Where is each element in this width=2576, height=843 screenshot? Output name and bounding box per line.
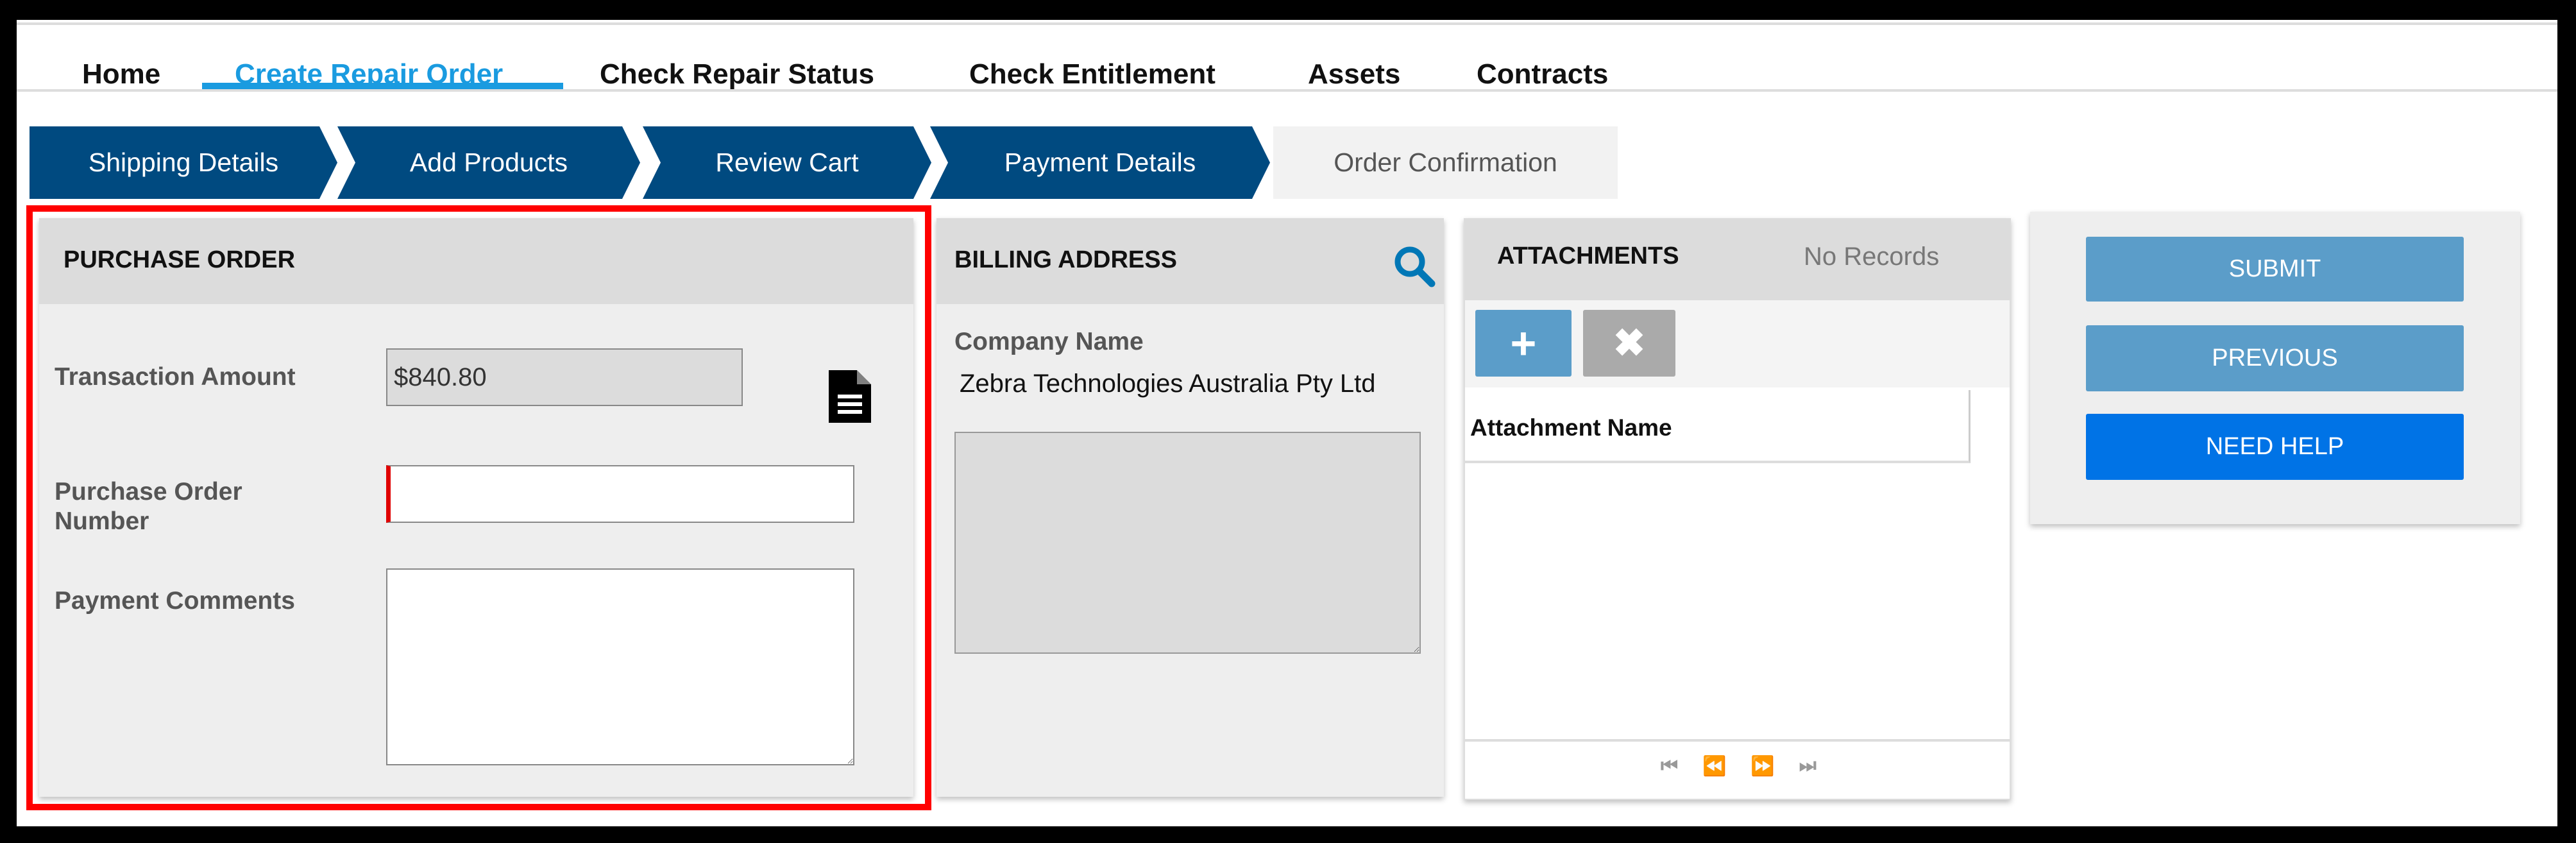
page: Home Create Repair Order Check Repair St… bbox=[17, 20, 2557, 826]
transaction-amount-field: $840.80 bbox=[386, 348, 743, 406]
search-icon[interactable] bbox=[1393, 245, 1436, 291]
purchase-order-title: PURCHASE ORDER bbox=[39, 218, 913, 304]
po-number-input[interactable] bbox=[386, 465, 854, 523]
remove-attachment-button[interactable]: ✖ bbox=[1583, 310, 1675, 377]
last-page-icon[interactable]: ⏭ bbox=[1799, 755, 1817, 778]
attachments-header: ATTACHMENTS No Records bbox=[1465, 219, 2010, 300]
tab-check-entitlement[interactable]: Check Entitlement bbox=[969, 58, 1216, 90]
transaction-amount-label: Transaction Amount bbox=[55, 363, 296, 391]
active-tab-indicator bbox=[202, 83, 563, 89]
purchase-order-panel: PURCHASE ORDER Transaction Amount $840.8… bbox=[39, 218, 913, 797]
billing-address-panel: BILLING ADDRESS Company Name Zebra Techn… bbox=[936, 218, 1444, 797]
first-page-icon[interactable]: ⏮ bbox=[1661, 755, 1678, 778]
billing-address-title: BILLING ADDRESS bbox=[936, 218, 1444, 304]
step-shipping-details[interactable]: Shipping Details bbox=[30, 126, 337, 199]
attachments-title: ATTACHMENTS bbox=[1497, 243, 1679, 269]
add-attachment-button[interactable]: + bbox=[1475, 310, 1572, 377]
tab-contracts[interactable]: Contracts bbox=[1477, 58, 1608, 90]
prev-page-icon[interactable]: ⏪ bbox=[1702, 755, 1726, 778]
nav-top-border bbox=[17, 22, 2557, 25]
company-name-value: Zebra Technologies Australia Pty Ltd bbox=[960, 370, 1376, 398]
pager-divider bbox=[1465, 739, 2010, 742]
step-review-cart[interactable]: Review Cart bbox=[643, 126, 931, 199]
column-header-attachment-name[interactable]: Attachment Name bbox=[1465, 390, 1970, 463]
step-payment-details[interactable]: Payment Details bbox=[930, 126, 1270, 199]
billing-address-textarea[interactable] bbox=[954, 432, 1421, 654]
step-order-confirmation: Order Confirmation bbox=[1273, 126, 1618, 199]
pager: ⏮ ⏪ ⏩ ⏭ bbox=[1661, 755, 1817, 778]
company-name-label: Company Name bbox=[954, 328, 1144, 355]
plus-icon: + bbox=[1510, 318, 1537, 368]
attachments-status: No Records bbox=[1804, 243, 1940, 271]
step-add-products[interactable]: Add Products bbox=[337, 126, 640, 199]
tab-check-repair-status[interactable]: Check Repair Status bbox=[600, 58, 874, 90]
actions-panel: SUBMIT PREVIOUS NEED HELP bbox=[2030, 212, 2520, 524]
attachments-panel: ATTACHMENTS No Records + ✖ Attachment Na… bbox=[1464, 218, 2011, 800]
close-icon: ✖ bbox=[1613, 321, 1646, 364]
submit-button[interactable]: SUBMIT bbox=[2086, 237, 2464, 302]
previous-button[interactable]: PREVIOUS bbox=[2086, 325, 2464, 391]
tab-assets[interactable]: Assets bbox=[1308, 58, 1400, 90]
payment-comments-label: Payment Comments bbox=[55, 587, 295, 615]
next-page-icon[interactable]: ⏩ bbox=[1750, 755, 1774, 778]
nav-bottom-border bbox=[17, 89, 2557, 92]
tab-home[interactable]: Home bbox=[82, 58, 160, 90]
payment-comments-textarea[interactable] bbox=[386, 568, 854, 765]
document-icon[interactable] bbox=[829, 370, 871, 426]
po-number-label: Purchase Order Number bbox=[55, 478, 242, 535]
need-help-button[interactable]: NEED HELP bbox=[2086, 414, 2464, 480]
